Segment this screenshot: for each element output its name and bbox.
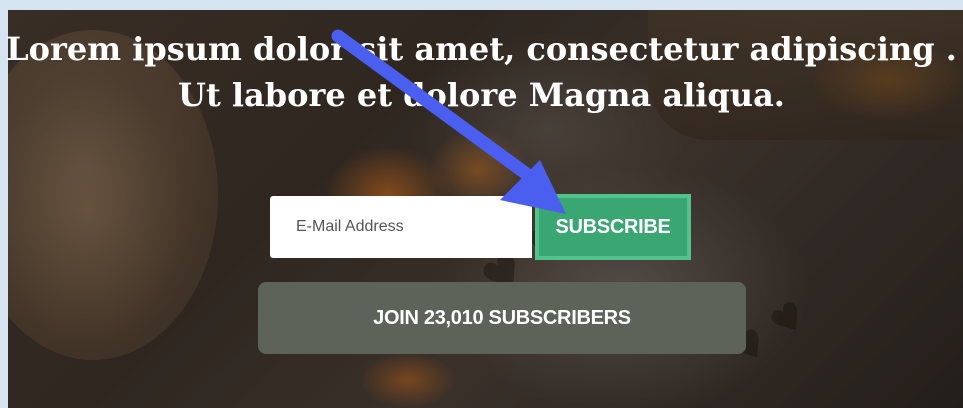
hero-headline: Lorem ipsum dolor sit amet, consectetur … bbox=[0, 26, 963, 118]
subscribe-button[interactable]: SUBSCRIBE bbox=[535, 194, 691, 260]
headline-line-2: Ut labore et dolore Magna aliqua. bbox=[178, 76, 785, 114]
headline-line-1: Lorem ipsum dolor sit amet, consectetur … bbox=[6, 30, 957, 68]
join-button-label: JOIN 23,010 SUBSCRIBERS bbox=[373, 306, 631, 329]
subscribe-button-label: SUBSCRIBE bbox=[555, 215, 671, 238]
join-subscribers-button[interactable]: JOIN 23,010 SUBSCRIBERS bbox=[258, 282, 746, 354]
email-field[interactable] bbox=[270, 196, 532, 258]
